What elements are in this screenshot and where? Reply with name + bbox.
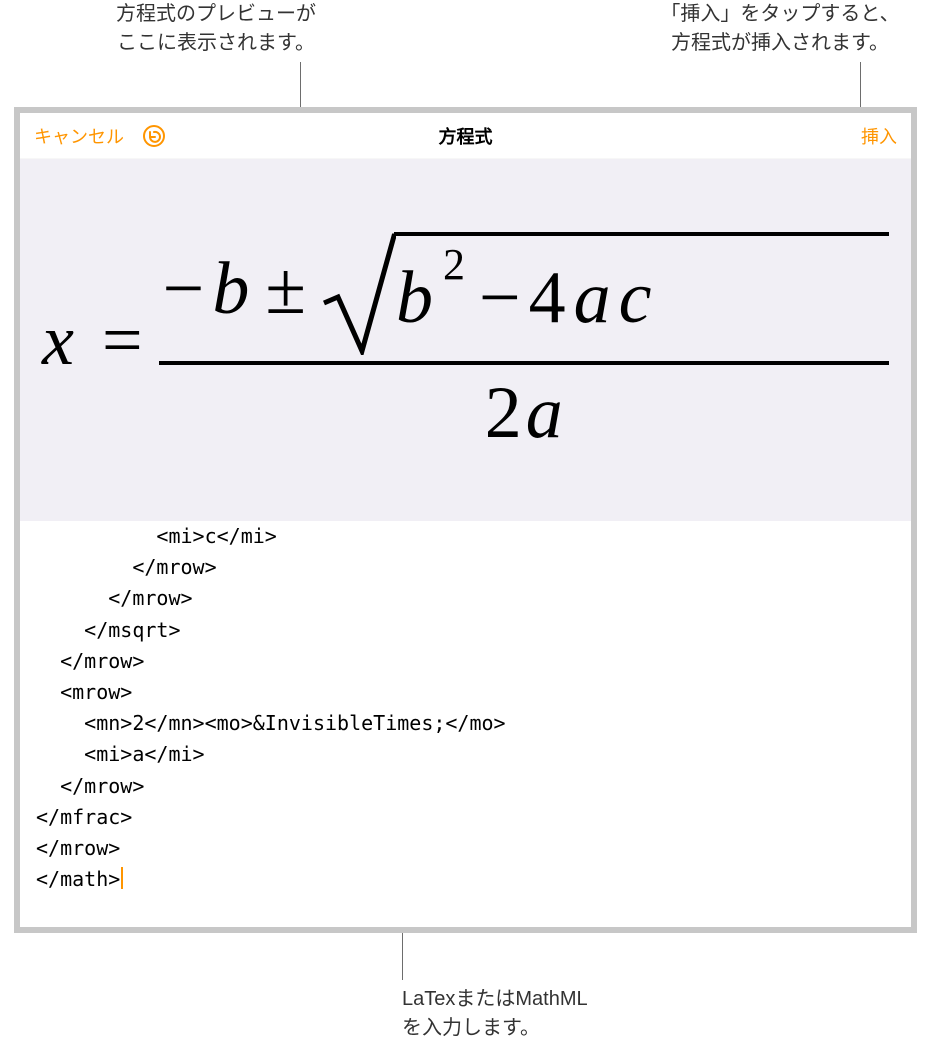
code-line: </mrow> [36,771,895,802]
code-line: <mi>a</mi> [36,739,895,770]
code-line: </mfrac> [36,802,895,833]
code-line: </mrow> [36,646,895,677]
eq-equals: = [102,299,143,382]
eq-denominator: 2 a [485,371,563,456]
eq-minus: − [163,247,205,332]
code-line: <mrow> [36,677,895,708]
cancel-button[interactable]: キャンセル [34,123,124,149]
navbar: キャンセル 方程式 挿入 [20,113,911,159]
eq-radicand: b 2 − 4 a c [394,232,889,362]
code-editor[interactable]: <mi>c</mi> </mrow> </mrow> </msqrt> </mr… [20,521,911,927]
text-caret [121,867,123,889]
equation: x = − b ± [42,225,889,456]
code-line: <mn>2</mn><mo>&InvisibleTimes;</mo> [36,708,895,739]
eq-radical: b 2 − 4 a c [322,225,889,355]
eq-a: a [574,256,611,341]
radical-sign-icon [322,225,396,355]
callout-insert: 「挿入」をタップすると、 方程式が挿入されます。 [640,0,920,58]
eq-four: 4 [529,256,566,341]
callout-input-hint: LaTexまたはMathML を入力します。 [402,985,588,1043]
eq-x: x [42,299,74,382]
eq-numerator: − b ± b 2 [159,225,889,355]
eq-minus2: − [479,256,521,341]
eq-b2-b: b [396,256,433,341]
code-line: </mrow> [36,833,895,864]
navbar-title: 方程式 [439,123,493,149]
code-line: <mi>c</mi> [36,521,895,552]
eq-fraction: − b ± b 2 [159,225,889,456]
eq-b: b [212,247,249,332]
eq-plusminus: ± [257,247,314,332]
code-line: </mrow> [36,583,895,614]
undo-icon[interactable] [142,124,166,148]
callout-preview: 方程式のプレビューが ここに表示されます。 [86,0,346,58]
eq-den-2: 2 [485,371,522,456]
code-line: </msqrt> [36,615,895,646]
device-frame: キャンセル 方程式 挿入 x [14,107,917,933]
eq-den-a: a [526,371,563,456]
insert-button[interactable]: 挿入 [861,123,897,149]
eq-c: c [619,256,652,341]
code-line: </mrow> [36,552,895,583]
code-line: </math> [36,864,895,895]
eq-b2-exp: 2 [443,239,465,290]
screen: キャンセル 方程式 挿入 x [20,113,911,927]
equation-preview: x = − b ± [20,159,911,521]
